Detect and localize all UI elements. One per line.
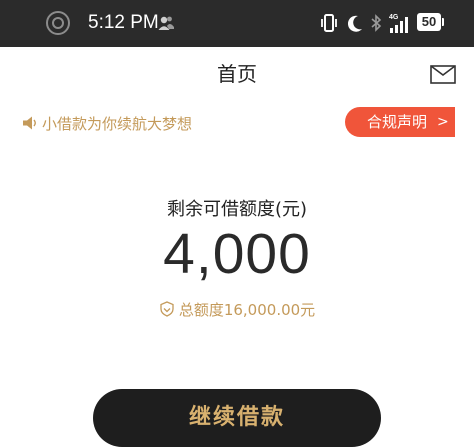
page-title: 首页 — [217, 62, 257, 86]
status-bar: 5:12 PM 4G 50 — [0, 0, 474, 47]
vibrate-icon — [321, 14, 337, 32]
total-credit-text: 总额度16,000.00元 — [178, 300, 316, 319]
record-icon — [46, 11, 70, 35]
compliance-label: 合规声明 — [367, 113, 428, 131]
battery-icon: 50 — [417, 13, 444, 31]
bluetooth-icon — [371, 14, 382, 32]
chevron-right-icon: > — [437, 114, 449, 130]
continue-borrow-button[interactable]: 继续借款 — [93, 389, 381, 447]
available-credit-amount: 4,000 — [163, 222, 311, 286]
notice-bar: 小借款为你续航大梦想 — [22, 112, 192, 134]
shield-icon — [160, 301, 174, 317]
mail-icon[interactable] — [430, 65, 456, 84]
compliance-button[interactable]: 合规声明 > — [345, 107, 455, 137]
notice-text: 小借款为你续航大梦想 — [42, 114, 193, 133]
available-credit-label: 剩余可借额度(元) — [166, 199, 308, 220]
moon-icon — [347, 15, 362, 32]
network-type: 4G — [389, 14, 399, 21]
signal-icon: 4G — [389, 14, 408, 33]
speaker-icon — [23, 116, 36, 130]
status-time: 5:12 PM — [88, 12, 159, 33]
contacts-icon — [158, 16, 174, 30]
total-credit: 总额度16,000.00元 — [0, 298, 474, 320]
